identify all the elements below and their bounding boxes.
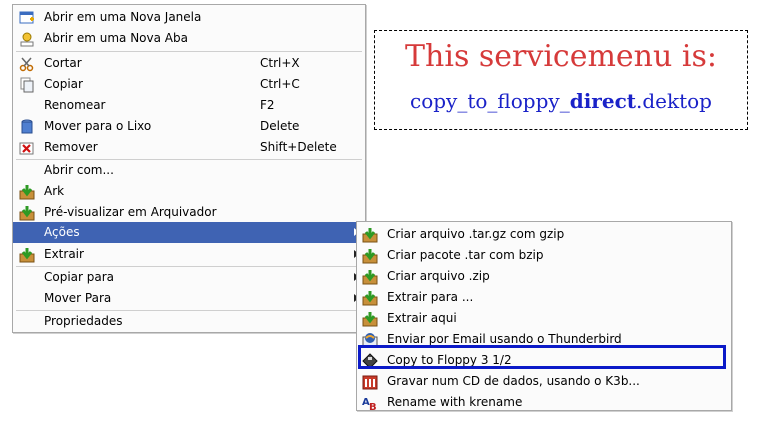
menu-item-properties[interactable]: Propriedades: [13, 311, 365, 332]
menu-item-move-to-trash[interactable]: Mover para o Lixo Delete: [13, 116, 365, 137]
submenu-item-create-tar-bzip[interactable]: Criar pacote .tar com bzip: [357, 245, 731, 266]
annotation-title: This servicemenu is:: [405, 39, 717, 74]
ark-icon: [19, 247, 35, 263]
menu-item-open-with[interactable]: Abrir com...: [13, 160, 365, 181]
menu-item-extract[interactable]: Extrair: [13, 244, 365, 265]
highlight-box: [358, 345, 726, 369]
ark-icon: [362, 311, 378, 327]
ark-icon: [362, 248, 378, 264]
submenu-item-create-zip[interactable]: Criar arquivo .zip: [357, 266, 731, 287]
menu-item-delete[interactable]: Remover Shift+Delete: [13, 137, 365, 158]
menu-item-cut[interactable]: Cortar Ctrl+X: [13, 53, 365, 74]
annotation-filename: copy_to_floppy_direct.dektop: [410, 89, 712, 113]
submenu-item-extract-to[interactable]: Extrair para ...: [357, 287, 731, 308]
new-window-icon: [19, 10, 35, 26]
trash-icon: [19, 119, 35, 135]
delete-icon: [19, 140, 35, 156]
submenu-item-extract-here[interactable]: Extrair aqui: [357, 308, 731, 329]
menu-item-copy-to[interactable]: Copiar para: [13, 267, 365, 288]
submenu-item-krename[interactable]: AB Rename with krename: [357, 392, 731, 413]
submenu-item-burn-cd-k3b[interactable]: Gravar num CD de dados, usando o K3b...: [357, 371, 731, 392]
submenu-item-create-targz[interactable]: Criar arquivo .tar.gz com gzip: [357, 224, 731, 245]
copy-icon: [19, 77, 35, 93]
menu-item-preview-archiver[interactable]: Pré-visualizar em Arquivador: [13, 202, 365, 223]
ark-icon: [362, 227, 378, 243]
ark-icon: [362, 269, 378, 285]
scissors-icon: [19, 56, 35, 72]
ark-icon: [19, 184, 35, 200]
menu-item-actions[interactable]: Ações: [13, 222, 365, 243]
k3b-icon: [362, 374, 378, 390]
menu-item-open-new-window[interactable]: Abrir em uma Nova Janela: [13, 7, 365, 28]
svg-text:B: B: [369, 402, 377, 411]
context-menu: Abrir em uma Nova Janela Abrir em uma No…: [12, 4, 366, 333]
ark-icon: [362, 290, 378, 306]
menu-item-copy[interactable]: Copiar Ctrl+C: [13, 74, 365, 95]
krename-icon: AB: [362, 395, 378, 413]
new-tab-icon: [19, 31, 35, 47]
actions-submenu: Criar arquivo .tar.gz com gzip Criar pac…: [356, 221, 732, 413]
menu-item-move-to[interactable]: Mover Para: [13, 288, 365, 309]
annotation-box: This servicemenu is: copy_to_floppy_dire…: [374, 30, 748, 130]
menu-item-rename[interactable]: Renomear F2: [13, 95, 365, 116]
menu-item-open-new-tab[interactable]: Abrir em uma Nova Aba: [13, 28, 365, 49]
menu-item-ark[interactable]: Ark: [13, 181, 365, 202]
ark-icon: [19, 205, 35, 221]
